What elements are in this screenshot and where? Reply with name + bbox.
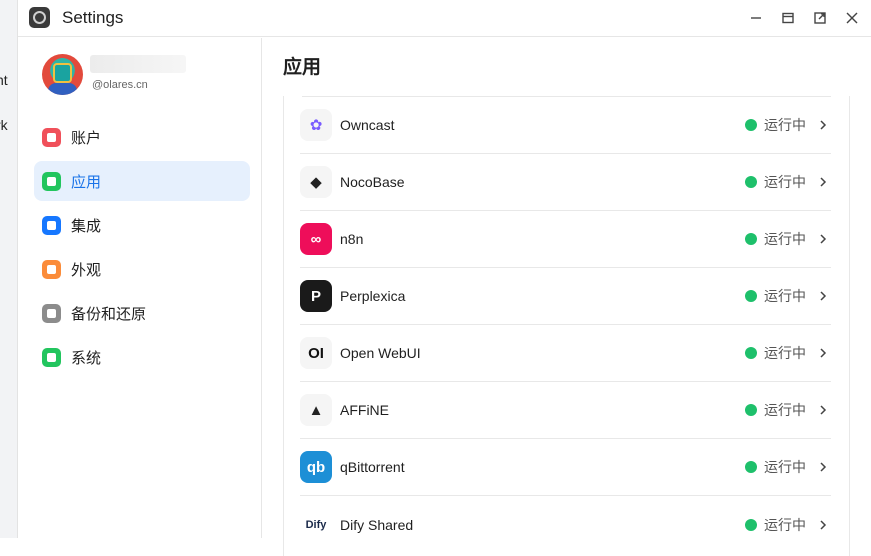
sidebar-nav: 账户 应用 集成 外观 备份和还原 系统 (34, 117, 250, 381)
app-status: 运行中 (764, 459, 806, 475)
status-dot-icon (745, 347, 757, 359)
sidebar-item-system[interactable]: 系统 (34, 337, 250, 377)
app-logo-icon: qb (300, 451, 332, 483)
status-dot-icon (745, 290, 757, 302)
background-text: rk (0, 117, 8, 133)
app-name: n8n (340, 231, 364, 247)
app-logo-icon: ∞ (300, 223, 332, 255)
background-text: nt (0, 72, 8, 88)
app-status: 运行中 (764, 117, 806, 133)
app-row[interactable]: Dify Dify Shared 运行中 (300, 496, 831, 553)
appearance-icon (42, 259, 61, 279)
avatar[interactable] (42, 54, 83, 95)
app-name: Owncast (340, 117, 395, 133)
sidebar-item-integration[interactable]: 集成 (34, 205, 250, 245)
integration-icon (42, 215, 61, 235)
status-dot-icon (745, 404, 757, 416)
sidebar-item-label: 集成 (71, 217, 102, 235)
status-dot-icon (745, 176, 757, 188)
title-bar[interactable]: Settings (18, 0, 871, 37)
apps-icon (42, 171, 61, 191)
chevron-right-icon[interactable] (818, 233, 828, 245)
app-name: Open WebUI (340, 345, 421, 361)
sidebar-item-apps[interactable]: 应用 (34, 161, 250, 201)
system-icon (42, 347, 61, 367)
sidebar-item-label: 账户 (71, 129, 102, 147)
sidebar-item-label: 备份和还原 (71, 305, 147, 323)
window-title: Settings (62, 8, 124, 27)
chevron-right-icon[interactable] (818, 461, 828, 473)
app-row[interactable]: qb qBittorrent 运行中 (300, 439, 831, 496)
minimize-icon[interactable] (747, 9, 765, 27)
status-dot-icon (745, 233, 757, 245)
app-logo-icon: P (300, 280, 332, 312)
settings-window: Settings @olares.cn 账户 应用 集成 外观 备份和还原 系统… (17, 0, 871, 556)
chevron-right-icon[interactable] (818, 347, 828, 359)
chevron-right-icon[interactable] (818, 119, 828, 131)
app-logo-icon: Dify (300, 508, 332, 541)
status-dot-icon (745, 461, 757, 473)
app-row[interactable]: ▲ AFFiNE 运行中 (300, 382, 831, 439)
sidebar-item-appearance[interactable]: 外观 (34, 249, 250, 289)
app-logo-icon: ▲ (300, 394, 332, 426)
chevron-right-icon[interactable] (818, 290, 828, 302)
popout-icon[interactable] (811, 9, 829, 27)
app-logo-icon: OI (300, 337, 332, 369)
close-icon[interactable] (843, 9, 861, 27)
sidebar: @olares.cn 账户 应用 集成 外观 备份和还原 系统 (18, 38, 262, 538)
app-row[interactable]: ✿ Owncast 运行中 (300, 97, 831, 154)
app-status: 运行中 (764, 402, 806, 418)
chevron-right-icon[interactable] (818, 404, 828, 416)
app-name: NocoBase (340, 174, 405, 190)
status-dot-icon (745, 119, 757, 131)
sidebar-item-label: 系统 (71, 349, 102, 367)
app-name: AFFiNE (340, 402, 389, 418)
chevron-right-icon[interactable] (818, 176, 828, 188)
settings-app-icon (29, 7, 50, 28)
restore-icon[interactable] (779, 9, 797, 27)
app-row[interactable]: ∞ n8n 运行中 (300, 211, 831, 268)
app-logo-icon: ◆ (300, 166, 332, 198)
app-row[interactable]: ◆ NocoBase 运行中 (300, 154, 831, 211)
app-name: Perplexica (340, 288, 406, 304)
app-name: Dify Shared (340, 516, 414, 533)
app-status: 运行中 (764, 174, 806, 190)
status-dot-icon (745, 518, 757, 531)
sidebar-item-account[interactable]: 账户 (34, 117, 250, 157)
redacted-username (90, 55, 186, 73)
sidebar-item-label: 外观 (71, 261, 102, 279)
app-status: 运行中 (764, 516, 806, 533)
background-app-strip: nt rk (0, 0, 17, 538)
page-title: 应用 (283, 57, 322, 78)
app-status: 运行中 (764, 231, 806, 247)
backup-icon (42, 303, 61, 323)
account-icon (42, 127, 61, 147)
chevron-right-icon[interactable] (818, 519, 828, 531)
app-name: qBittorrent (340, 459, 405, 475)
app-row[interactable]: P Perplexica 运行中 (300, 268, 831, 325)
main-panel: 应用 ✿ Owncast 运行中 ◆ NocoBase 运行中 ∞ n8n 运行中 P Perple… (263, 38, 871, 556)
sidebar-item-backup[interactable]: 备份和还原 (34, 293, 250, 333)
app-status: 运行中 (764, 288, 806, 304)
app-logo-icon: ✿ (300, 109, 332, 141)
user-handle: @olares.cn (92, 79, 148, 91)
sidebar-item-label: 应用 (71, 173, 102, 191)
app-status: 运行中 (764, 345, 806, 361)
app-row[interactable]: OI Open WebUI 运行中 (300, 325, 831, 382)
app-list[interactable]: ✿ Owncast 运行中 ◆ NocoBase 运行中 ∞ n8n 运行中 P Perplexic… (283, 96, 850, 556)
